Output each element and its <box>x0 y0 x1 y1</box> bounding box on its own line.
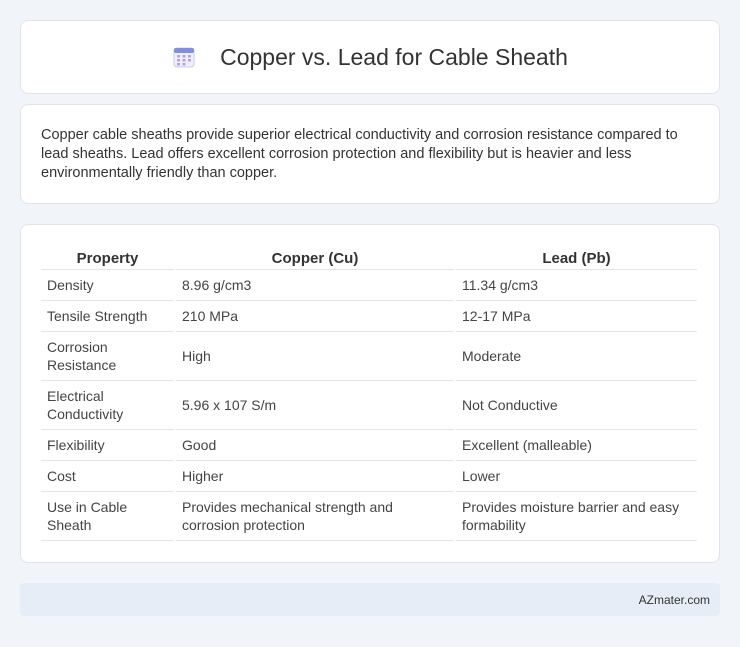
table-cell: 8.96 g/cm3 <box>176 270 454 301</box>
comparison-card: Property Copper (Cu) Lead (Pb) Density 8… <box>20 224 720 563</box>
column-header: Copper (Cu) <box>176 247 454 270</box>
table-cell: Electrical Conductivity <box>41 381 174 430</box>
table-cell: Provides mechanical strength and corrosi… <box>176 492 454 541</box>
column-header: Lead (Pb) <box>456 247 697 270</box>
table-cell: High <box>176 332 454 381</box>
footer-bar: AZmater.com <box>20 583 720 616</box>
title-card: Copper vs. Lead for Cable Sheath <box>20 20 720 94</box>
table-cell: Higher <box>176 461 454 492</box>
table-row: Flexibility Good Excellent (malleable) <box>41 430 697 461</box>
footer-brand: AZmater.com <box>638 592 710 607</box>
table-cell: Tensile Strength <box>41 301 174 332</box>
table-cell: 5.96 x 107 S/m <box>176 381 454 430</box>
intro-text: Copper cable sheaths provide superior el… <box>41 127 678 181</box>
column-header: Property <box>41 247 174 270</box>
table-cell: 11.34 g/cm3 <box>456 270 697 301</box>
table-row: Tensile Strength 210 MPa 12-17 MPa <box>41 301 697 332</box>
table-cell: Provides moisture barrier and easy forma… <box>456 492 697 541</box>
table-header-row: Property Copper (Cu) Lead (Pb) <box>41 247 697 270</box>
table-row: Cost Higher Lower <box>41 461 697 492</box>
table-cell: 12-17 MPa <box>456 301 697 332</box>
table-cell: Lower <box>456 461 697 492</box>
table-cell: Moderate <box>456 332 697 381</box>
intro-card: Copper cable sheaths provide superior el… <box>20 104 720 204</box>
table-cell: Use in Cable Sheath <box>41 492 174 541</box>
table-row: Electrical Conductivity 5.96 x 107 S/m N… <box>41 381 697 430</box>
table-cell: 210 MPa <box>176 301 454 332</box>
table-cell: Density <box>41 270 174 301</box>
table-cell: Flexibility <box>41 430 174 461</box>
table-cell: Good <box>176 430 454 461</box>
table-cell: Cost <box>41 461 174 492</box>
table-row: Density 8.96 g/cm3 11.34 g/cm3 <box>41 270 697 301</box>
table-row: Use in Cable Sheath Provides mechanical … <box>41 492 697 541</box>
table-cell: Corrosion Resistance <box>41 332 174 381</box>
table-cell: Excellent (malleable) <box>456 430 697 461</box>
calendar-icon <box>173 47 195 68</box>
table-cell: Not Conductive <box>456 381 697 430</box>
page-title: Copper vs. Lead for Cable Sheath <box>220 43 568 70</box>
table-row: Corrosion Resistance High Moderate <box>41 332 697 381</box>
comparison-table: Property Copper (Cu) Lead (Pb) Density 8… <box>39 247 699 541</box>
